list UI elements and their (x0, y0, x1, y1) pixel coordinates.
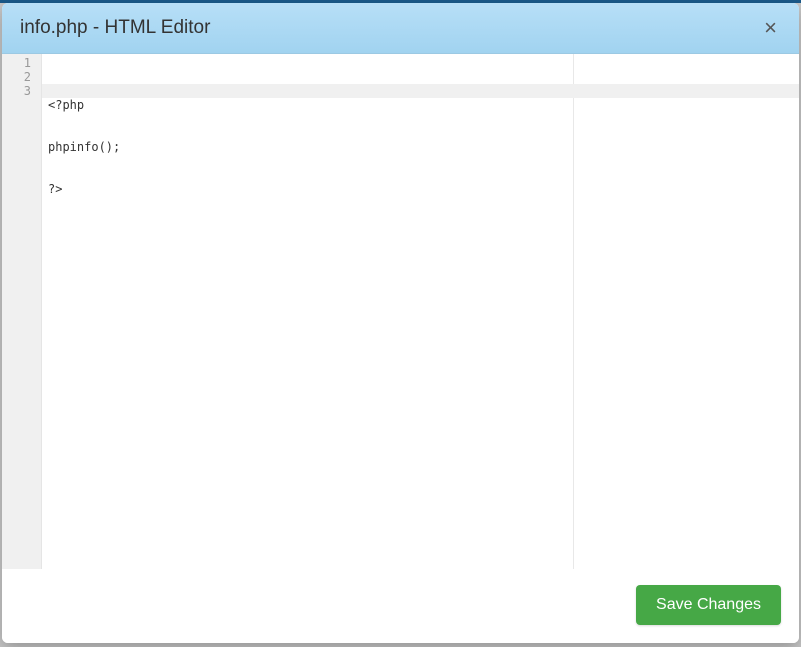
line-number: 1 (2, 56, 41, 70)
line-number: 3 (2, 84, 41, 98)
save-changes-button[interactable]: Save Changes (636, 585, 781, 625)
modal-footer: Save Changes (2, 569, 799, 643)
code-editor[interactable]: 1 2 3 <?php phpinfo(); ?> (2, 54, 799, 569)
modal-header: info.php - HTML Editor × (2, 3, 799, 54)
line-number-gutter: 1 2 3 (2, 54, 42, 569)
code-content[interactable]: <?php phpinfo(); ?> (42, 54, 799, 569)
line-number: 2 (2, 70, 41, 84)
active-line-highlight (42, 84, 799, 98)
html-editor-modal: info.php - HTML Editor × 1 2 3 <?php php… (2, 3, 799, 643)
code-line: ?> (48, 182, 62, 196)
close-button[interactable]: × (760, 17, 781, 39)
close-icon: × (764, 15, 777, 40)
modal-title: info.php - HTML Editor (20, 17, 210, 39)
code-line: <?php (48, 98, 84, 112)
code-line: phpinfo(); (48, 140, 120, 154)
